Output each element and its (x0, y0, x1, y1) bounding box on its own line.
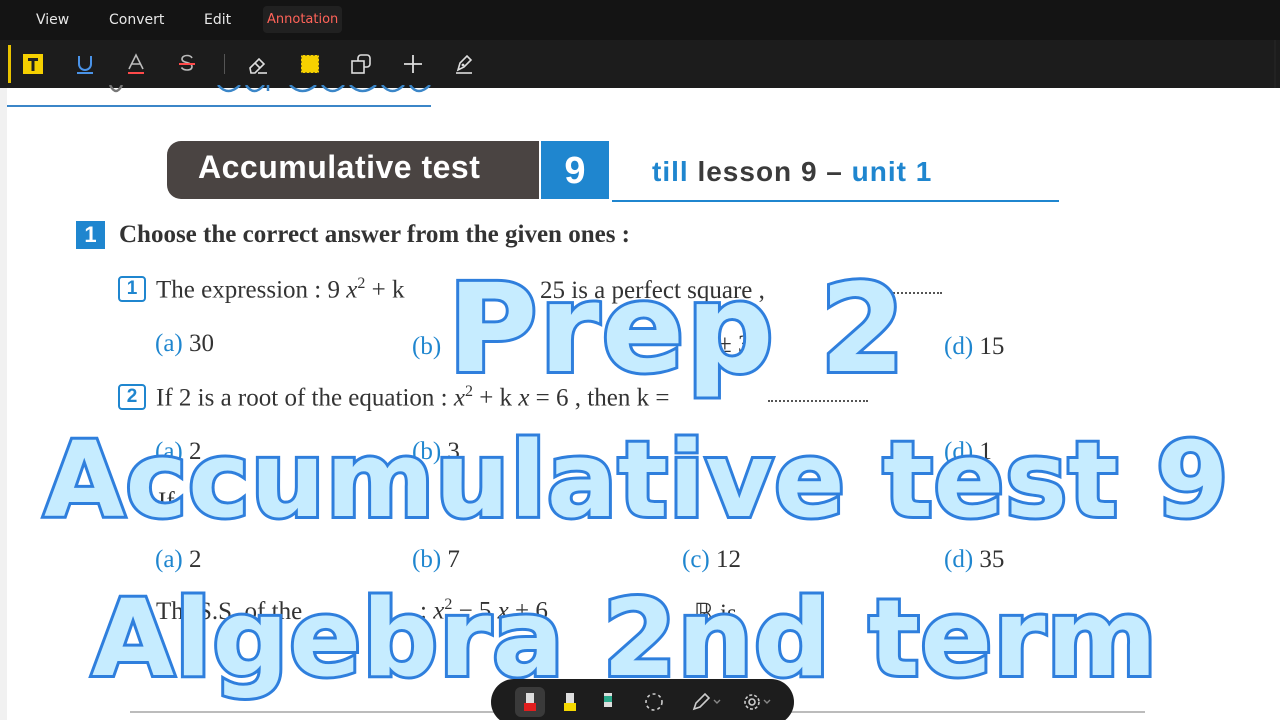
lasso-icon[interactable] (639, 687, 669, 717)
menu-edit[interactable]: Edit (204, 12, 231, 28)
option-value: 30 (189, 330, 214, 357)
strikethrough-icon[interactable] (173, 50, 201, 78)
text-color-icon[interactable] (122, 50, 150, 78)
menu-convert[interactable]: Convert (109, 12, 164, 28)
annotation-toolbar (0, 40, 1280, 96)
unit-label: unit (851, 156, 907, 187)
signature-pen-icon[interactable] (450, 50, 478, 78)
active-tool-indicator (8, 45, 11, 83)
question-text-part: If 2 is a root of the equation : (156, 384, 454, 412)
option-value: 7 (447, 546, 460, 573)
test-scope-label: till lesson 9 – unit 1 (652, 156, 932, 188)
option-letter: (c) (682, 546, 710, 573)
option-b[interactable]: (b) (412, 333, 441, 361)
underline-icon[interactable] (71, 50, 99, 78)
option-value: 2 (189, 546, 202, 573)
shape-icon[interactable] (347, 50, 375, 78)
pen-toolbar (491, 679, 794, 720)
green-marker-icon[interactable] (593, 687, 623, 717)
question-text-part: + k (365, 276, 405, 304)
option-b[interactable]: (b) 7 (412, 546, 460, 574)
banner-underline (612, 200, 1059, 202)
overlay-title-line1: Prep 2 (445, 258, 908, 400)
text-highlight-icon[interactable] (19, 50, 47, 78)
unit-number: 1 (915, 156, 933, 187)
overlay-title-line2: Accumulative test 9 (41, 419, 1231, 541)
gear-icon[interactable] (741, 687, 771, 717)
option-value: 35 (979, 546, 1005, 573)
option-value: 12 (716, 546, 741, 573)
question-text: The expression : 9 x2 + k (156, 275, 404, 304)
option-a[interactable]: (a) 30 (155, 330, 214, 358)
lesson-label: lesson (697, 156, 793, 187)
question-number-badge: 1 (118, 276, 146, 302)
previous-section-cut-text (100, 84, 440, 96)
overlay-title-line3: Algebra 2nd term (89, 577, 1160, 700)
test-banner-title: Accumulative test (198, 149, 481, 185)
option-letter: (a) (155, 546, 183, 573)
option-letter: (d) (944, 546, 974, 573)
pen-settings-icon[interactable] (691, 687, 721, 717)
menu-annotation[interactable]: Annotation (262, 6, 343, 33)
plus-icon[interactable] (399, 50, 427, 78)
yellow-highlighter-icon[interactable] (555, 687, 585, 717)
section-number-badge: 1 (76, 221, 105, 249)
option-d[interactable]: (d) 35 (944, 546, 1004, 574)
eraser-icon[interactable] (244, 50, 272, 78)
option-letter: (b) (412, 333, 442, 360)
section-instruction: Choose the correct answer from the given… (119, 221, 631, 248)
option-letter: (a) (155, 330, 183, 357)
option-value: 15 (979, 333, 1005, 360)
test-number-badge: 9 (541, 141, 609, 199)
question-number-badge: 2 (118, 384, 146, 410)
option-d[interactable]: (d) 15 (944, 333, 1004, 361)
previous-section-rule (7, 105, 431, 107)
option-c[interactable]: (c) 12 (682, 546, 741, 574)
scope-dash: – (826, 156, 843, 187)
menu-bar: View Convert Edit Annotation (0, 0, 1280, 40)
option-a[interactable]: (a) 2 (155, 546, 202, 574)
area-highlight-icon[interactable] (296, 50, 324, 78)
till-label: till (652, 156, 689, 187)
option-letter: (d) (944, 333, 974, 360)
answer-blank (768, 400, 868, 402)
question-text-part: The expression : 9 (156, 276, 347, 304)
lesson-number: 9 (800, 156, 818, 187)
menu-view[interactable]: View (36, 12, 69, 28)
toolbar-separator (224, 54, 225, 74)
variable-x: x (346, 276, 358, 304)
red-marker-icon[interactable] (515, 687, 545, 717)
option-letter: (b) (412, 546, 442, 573)
